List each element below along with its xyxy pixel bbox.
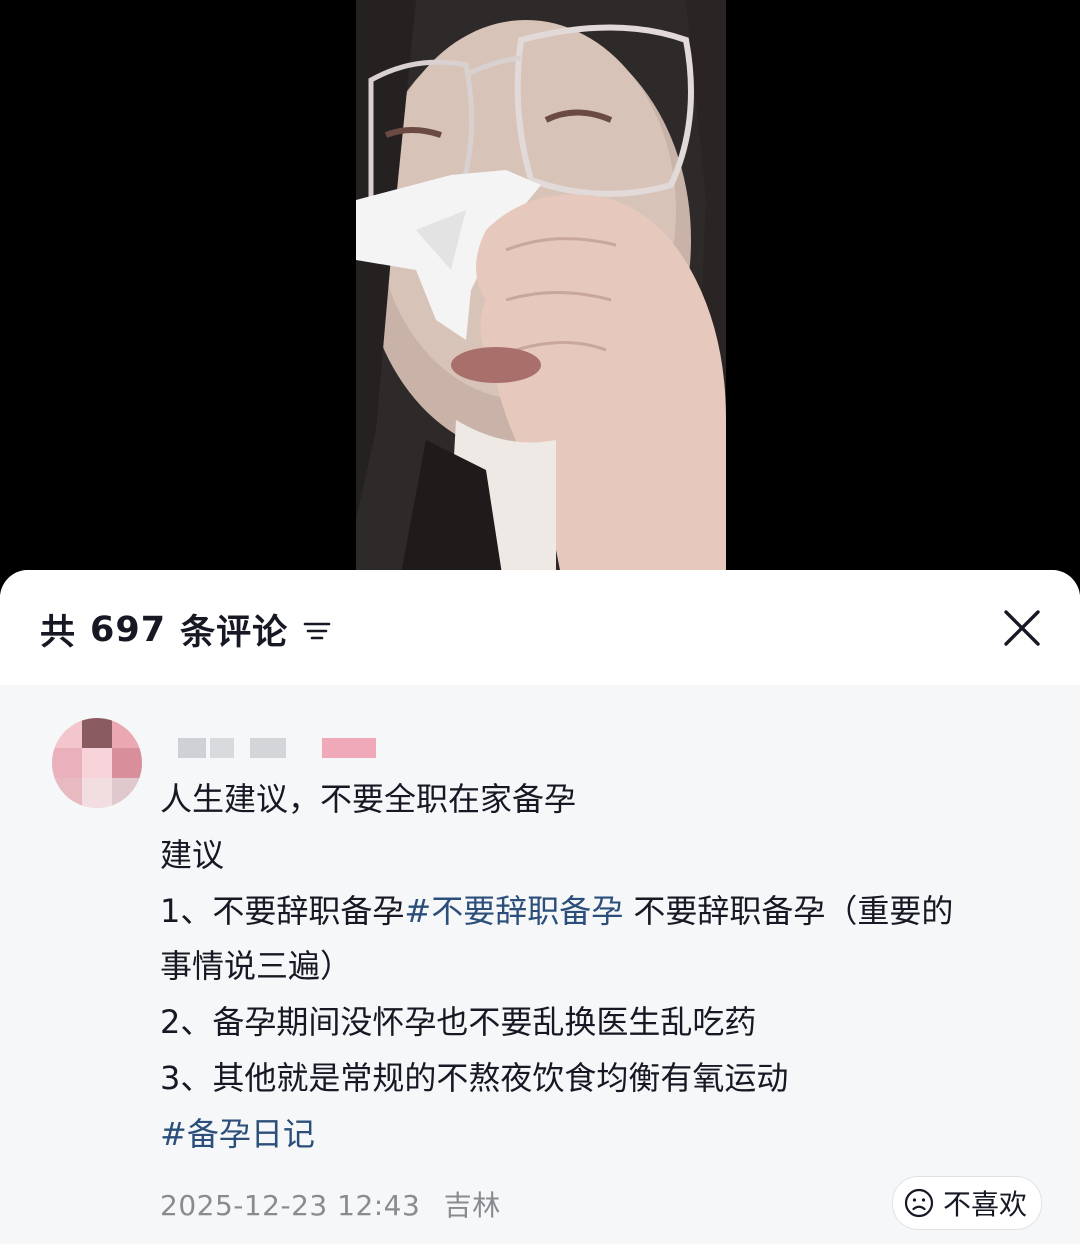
comment-count-number: 697 [90,609,167,650]
comments-sheet: 共 697 条评论 人生建议，不要全职在家备孕 建议 1、不要辞职备孕#不要辞职… [0,570,1080,1244]
comment-text-segment: 不要辞职备孕（重要的 [623,891,954,930]
comment-text-segment: 人生建议，不要全职在家备孕 [160,780,577,818]
comment-text-segment: 3、其他就是常规的不熬夜饮食均衡有氧运动 [160,1058,789,1097]
comment-count-title: 共 697 条评论 [40,604,332,655]
comment-count-suffix: 条评论 [180,613,289,653]
comment-location: 吉林 [443,1189,501,1222]
frown-face-icon [904,1188,934,1218]
comment-count-prefix: 共 [40,613,77,653]
comment-username[interactable] [178,736,378,760]
comment-text-segment: 2、备孕期间没怀孕也不要乱换医生乱吃药 [160,1003,757,1042]
comment-text-segment: 建议 [160,835,225,874]
hashtag-link[interactable]: #不要辞职备孕 [404,892,623,930]
comment-text-segment: 1、不要辞职备孕 [160,891,405,930]
close-x-icon[interactable] [1002,608,1042,648]
comment-line: 事情说三遍） [160,939,1040,995]
comment-line: 3、其他就是常规的不熬夜饮食均衡有氧运动 [160,1051,1040,1107]
dislike-button[interactable]: 不喜欢 [891,1176,1042,1230]
comment-line: 人生建议，不要全职在家备孕 [160,772,1040,828]
comment-line: #备孕日记 [160,1107,1040,1163]
comment-line: 建议 [160,828,1040,884]
video-frame[interactable] [356,0,726,600]
comments-header: 共 697 条评论 [0,570,1080,685]
comment-avatar[interactable] [52,718,142,808]
blurred-avatar [52,718,142,808]
hashtag-link[interactable]: #备孕日记 [160,1115,315,1153]
video-player[interactable] [0,0,1080,600]
sort-lines-icon[interactable] [302,615,332,645]
comment-line: 1、不要辞职备孕#不要辞职备孕 不要辞职备孕（重要的 [160,884,1040,940]
dislike-label: 不喜欢 [942,1188,1027,1221]
comment-line: 2、备孕期间没怀孕也不要乱换医生乱吃药 [160,995,1040,1051]
close-button[interactable] [1002,608,1042,648]
blurred-username [178,738,376,758]
comment-text: 人生建议，不要全职在家备孕 建议 1、不要辞职备孕#不要辞职备孕 不要辞职备孕（重要… [160,772,1040,1163]
comment-text-segment: 事情说三遍） [160,947,353,986]
comment-date: 2025-12-23 12:43 [160,1189,421,1222]
video-still-image [356,0,726,600]
comment-meta: 2025-12-23 12:43 吉林 [160,1184,501,1224]
